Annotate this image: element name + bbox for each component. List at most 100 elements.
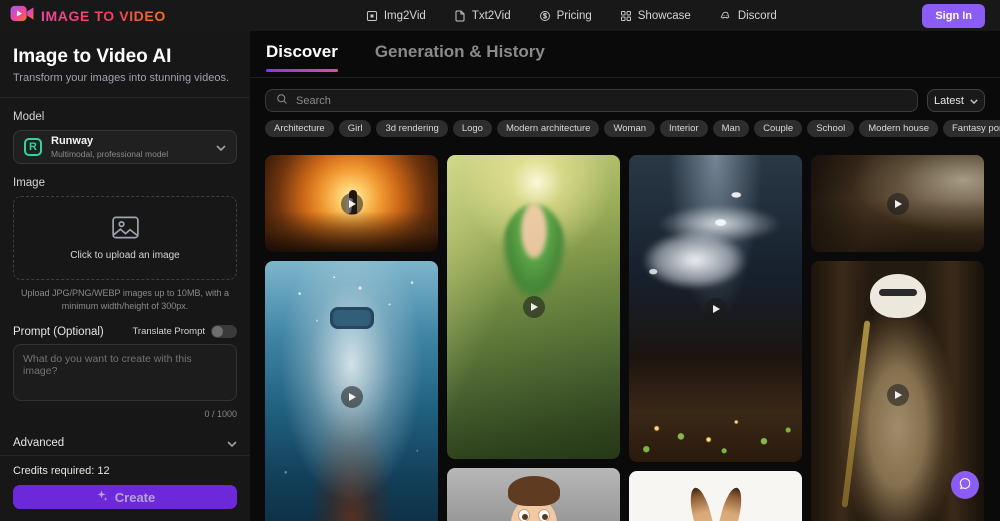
- nav-label: Pricing: [557, 10, 592, 22]
- rabbit-ear-shape: [714, 486, 745, 521]
- sign-in-button[interactable]: Sign In: [922, 4, 985, 28]
- nav-item-txt2vid[interactable]: Txt2Vid: [454, 10, 511, 22]
- nav-label: Txt2Vid: [472, 10, 511, 22]
- page-title: Image to Video AI: [13, 46, 237, 68]
- model-label: Model: [13, 111, 237, 123]
- video-thumbnail-rabbit[interactable]: [629, 471, 802, 521]
- top-navbar: IMAGE TO VIDEO Img2Vid Txt2Vid Pricing S…: [0, 0, 1000, 31]
- elf-face-shape: [502, 204, 566, 300]
- video-thumbnail-scuba-cat[interactable]: [265, 261, 438, 521]
- tag-chip[interactable]: Woman: [604, 120, 655, 137]
- image-placeholder-icon: [112, 216, 139, 244]
- image-upload-dropzone[interactable]: Click to upload an image: [13, 196, 237, 280]
- runway-logo-icon: R: [24, 138, 42, 156]
- model-name: Runway: [51, 135, 168, 149]
- image-to-video-icon: [366, 10, 378, 22]
- gallery-column-2: [447, 155, 620, 521]
- nav-item-showcase[interactable]: Showcase: [620, 10, 691, 22]
- cartoon-eye-shape: [538, 509, 550, 521]
- tag-chip[interactable]: Logo: [453, 120, 492, 137]
- prompt-textarea[interactable]: [13, 344, 237, 401]
- nav-item-discord[interactable]: Discord: [719, 10, 777, 22]
- tag-chip[interactable]: Man: [713, 120, 749, 137]
- video-thumbnail-desert-sunset[interactable]: [265, 155, 438, 252]
- char-counter: 0 / 1000: [13, 409, 237, 419]
- generation-sidebar: Image to Video AI Transform your images …: [0, 31, 250, 521]
- tag-chip[interactable]: 3d rendering: [376, 120, 447, 137]
- sidebar-footer: Credits required: 12 Create: [0, 455, 250, 521]
- nav-item-pricing[interactable]: Pricing: [539, 10, 592, 22]
- tag-chip[interactable]: Modern house: [859, 120, 938, 137]
- sparkles-icon: [95, 489, 108, 505]
- tab-generation-history[interactable]: Generation & History: [375, 42, 545, 77]
- play-icon: [887, 384, 909, 406]
- play-icon: [523, 296, 545, 318]
- create-button-label: Create: [115, 490, 155, 505]
- video-thumbnail-cartoon-boy[interactable]: [447, 468, 620, 521]
- cartoon-eye-shape: [518, 509, 530, 521]
- cartoon-hair-shape: [508, 476, 560, 506]
- model-select[interactable]: R Runway Multimodal, professional model: [13, 130, 237, 164]
- app-logo[interactable]: IMAGE TO VIDEO: [10, 5, 166, 27]
- nav-label: Img2Vid: [384, 10, 426, 22]
- advanced-label: Advanced: [13, 437, 64, 449]
- gallery-column-1: [265, 155, 438, 521]
- nav-label: Showcase: [638, 10, 691, 22]
- play-icon: [341, 193, 363, 215]
- grid-icon: [620, 10, 632, 22]
- credits-required-text: Credits required: 12: [13, 465, 237, 477]
- chevron-down-icon: [970, 95, 978, 107]
- video-camera-logo-icon: [10, 5, 34, 27]
- tag-chip[interactable]: Architecture: [265, 120, 334, 137]
- create-button[interactable]: Create: [13, 485, 237, 509]
- advanced-section-toggle[interactable]: Advanced: [13, 434, 237, 452]
- search-icon: [276, 92, 288, 110]
- tag-chip[interactable]: Couple: [754, 120, 802, 137]
- dollar-circle-icon: [539, 10, 551, 22]
- tag-chip[interactable]: Fantasy portrait: [943, 120, 1000, 137]
- tag-filter-row: Architecture Girl 3d rendering Logo Mode…: [250, 119, 1000, 143]
- chat-support-button[interactable]: [951, 471, 979, 499]
- nav-links: Img2Vid Txt2Vid Pricing Showcase Discord: [366, 10, 777, 22]
- chevron-down-icon: [227, 434, 237, 452]
- play-icon: [887, 193, 909, 215]
- sort-selected-value: Latest: [934, 95, 964, 107]
- search-input[interactable]: [296, 95, 907, 107]
- gold-trim-shape: [841, 320, 870, 507]
- tag-chip[interactable]: Girl: [339, 120, 372, 137]
- nav-item-img2vid[interactable]: Img2Vid: [366, 10, 426, 22]
- divider: [0, 97, 250, 98]
- gallery-column-3: [629, 155, 802, 521]
- translate-prompt-label: Translate Prompt: [132, 326, 205, 337]
- chat-bubble-icon: [958, 477, 972, 494]
- discord-icon: [719, 10, 732, 22]
- nav-label: Discord: [738, 10, 777, 22]
- toggle-knob: [212, 326, 223, 337]
- tag-chip[interactable]: School: [807, 120, 854, 137]
- video-thumbnail-old-classroom[interactable]: [811, 155, 984, 252]
- tab-discover[interactable]: Discover: [266, 42, 338, 77]
- play-icon: [341, 386, 363, 408]
- prompt-label: Prompt (Optional): [13, 326, 104, 338]
- chevron-down-icon: [216, 138, 226, 156]
- content-tabs: Discover Generation & History: [250, 31, 1000, 78]
- main-content: Discover Generation & History Latest Arc…: [250, 31, 1000, 521]
- video-thumbnail-elf-girl[interactable]: [447, 155, 620, 459]
- video-thumbnail-white-eagle[interactable]: [629, 155, 802, 462]
- video-gallery: [250, 143, 1000, 521]
- dive-mask-shape: [330, 307, 374, 329]
- upload-text: Click to upload an image: [70, 250, 180, 261]
- image-label: Image: [13, 177, 237, 189]
- model-description: Multimodal, professional model: [51, 149, 168, 159]
- page-subtitle: Transform your images into stunning vide…: [13, 72, 237, 84]
- translate-prompt-toggle[interactable]: [211, 325, 237, 338]
- candles-apples-shapes: [629, 382, 802, 462]
- tag-chip[interactable]: Interior: [660, 120, 708, 137]
- search-box[interactable]: [265, 89, 918, 112]
- upload-hint: Upload JPG/PNG/WEBP images up to 10MB, w…: [21, 287, 229, 312]
- logo-text: IMAGE TO VIDEO: [41, 8, 166, 24]
- tag-chip[interactable]: Modern architecture: [497, 120, 599, 137]
- play-icon: [705, 298, 727, 320]
- rabbit-ear-shape: [686, 486, 717, 521]
- sort-dropdown[interactable]: Latest: [927, 89, 985, 112]
